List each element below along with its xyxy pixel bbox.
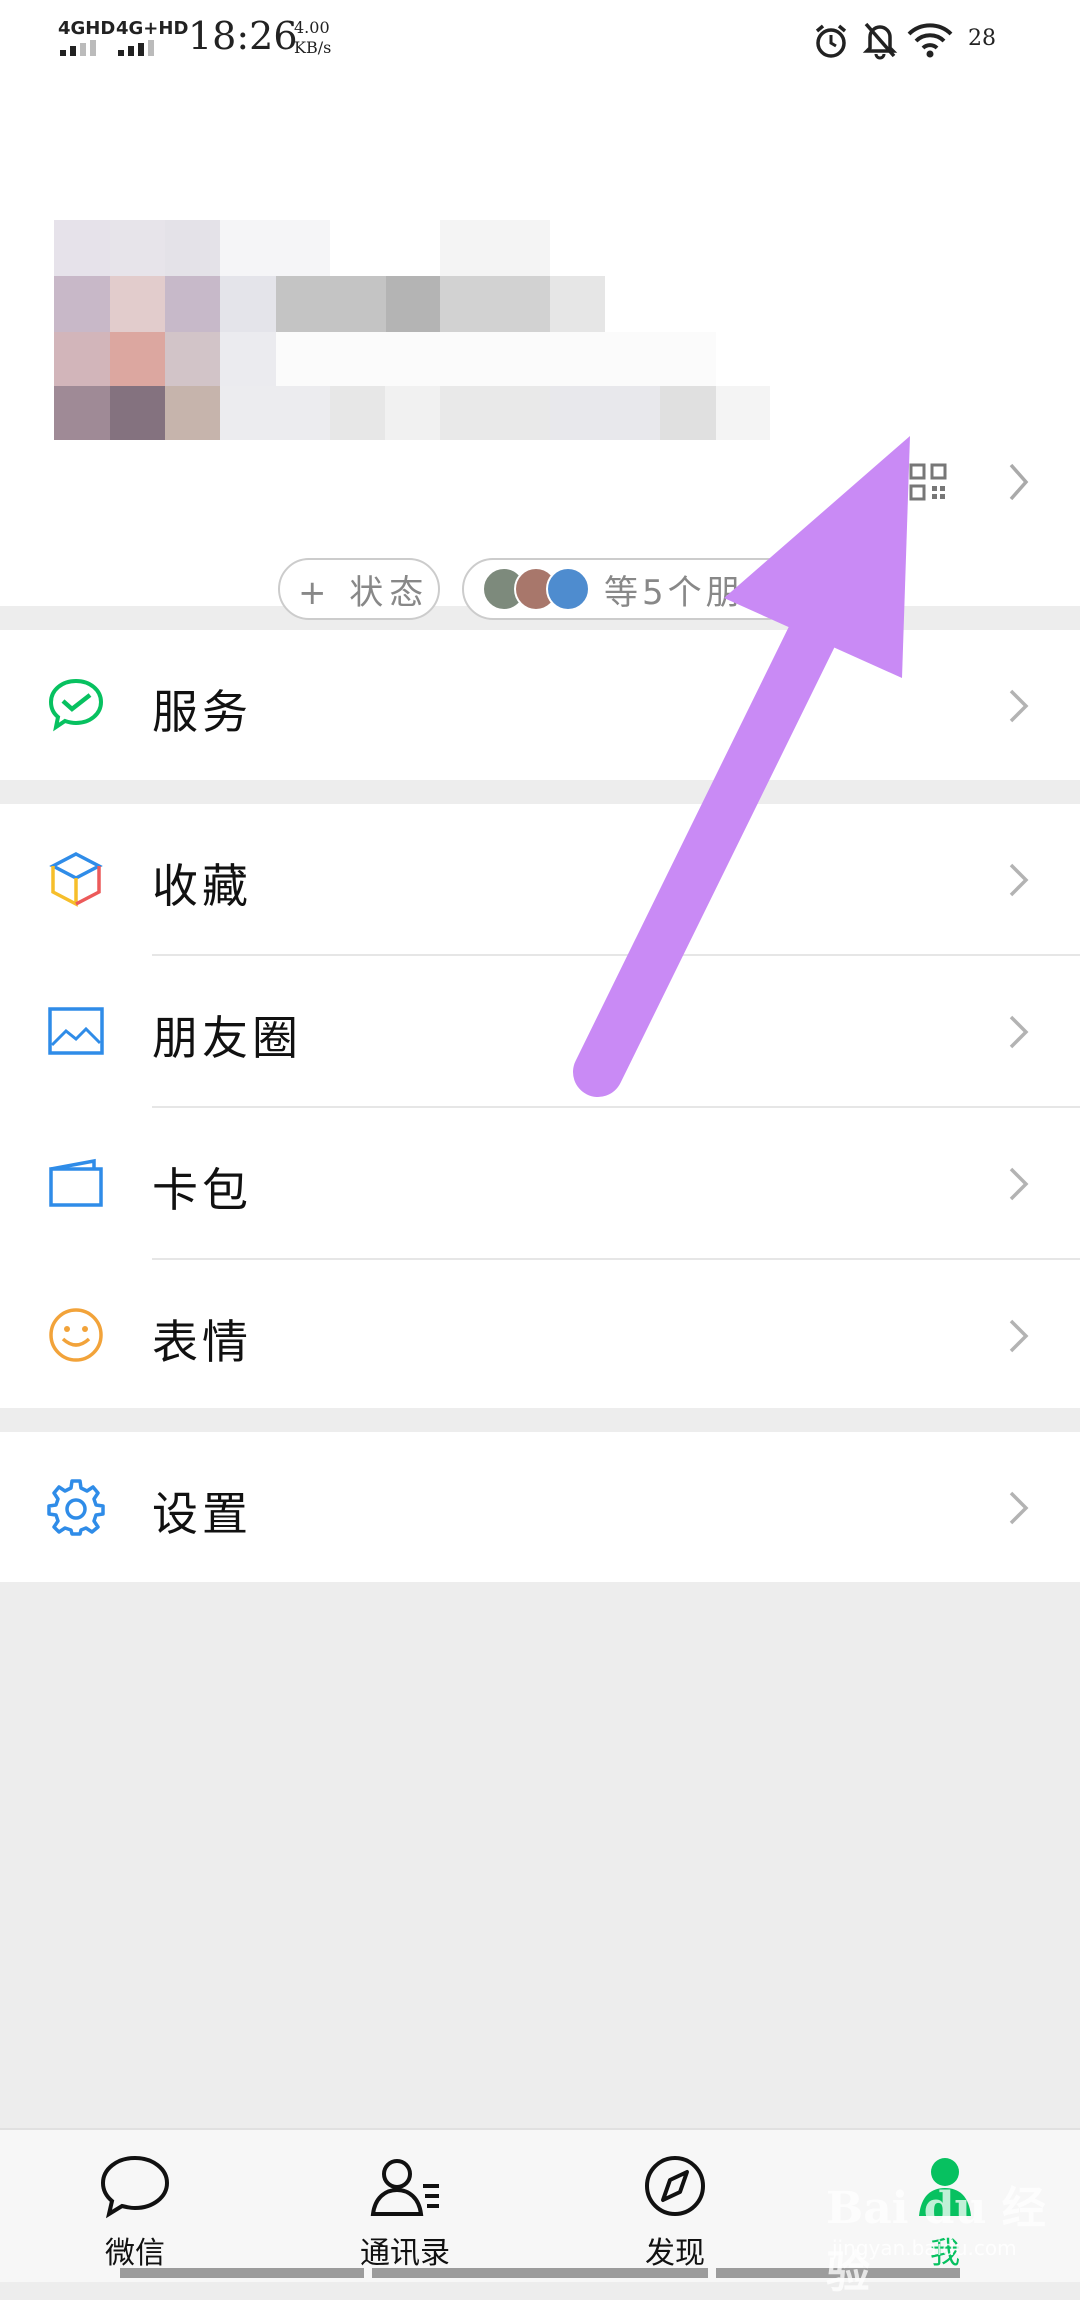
chevron-right-icon	[1009, 689, 1029, 723]
settings-label: 设置	[152, 1487, 252, 1541]
friend-avatar	[546, 567, 590, 611]
bottom-indicator	[372, 2268, 708, 2278]
chevron-right-icon	[1009, 1167, 1029, 1201]
mute-bell-icon	[862, 22, 898, 60]
menu-item-moments[interactable]: 朋友圈	[0, 956, 1080, 1106]
network-2-label: 4G+HD	[116, 18, 189, 39]
speed-unit: KB/s	[294, 38, 332, 57]
menu-item-cards[interactable]: 卡包	[0, 1108, 1080, 1258]
wifi-icon	[907, 23, 953, 58]
menu-item-favorites[interactable]: 收藏	[0, 804, 1080, 954]
gear-icon	[47, 1479, 105, 1536]
menu-item-settings[interactable]: 设置	[0, 1432, 1080, 1582]
friends-status-chip[interactable]: 等5个朋友	[462, 558, 798, 620]
battery-level: 28	[968, 26, 996, 51]
service-label: 服务	[152, 685, 252, 739]
chat-bubble-icon	[100, 2155, 170, 2219]
friends-chip-label: 等5个朋友	[604, 572, 782, 613]
signal-2-icon	[118, 40, 164, 56]
qr-code-icon[interactable]	[908, 462, 948, 502]
moments-label: 朋友圈	[152, 1011, 302, 1065]
status-time: 18:26	[188, 14, 298, 58]
nickname-redacted	[220, 220, 940, 440]
favorites-label: 收藏	[152, 859, 252, 913]
chevron-right-icon	[1009, 1319, 1029, 1353]
settings-section: 设置	[0, 1432, 1080, 1582]
status-bar: 4GHD 4G+HD 18:26 4.00 KB/s 28	[0, 0, 1080, 80]
tab-chats-label: 微信	[105, 2236, 165, 2271]
contacts-icon	[370, 2159, 439, 2216]
cards-label: 卡包	[152, 1163, 252, 1217]
service-section: 服务	[0, 630, 1080, 780]
chevron-right-icon	[1009, 1491, 1029, 1525]
bottom-indicator	[120, 2268, 364, 2278]
compass-icon	[645, 2156, 705, 2216]
profile-header[interactable]: + 状态 等5个朋友	[0, 80, 1080, 620]
moments-image-icon	[48, 1007, 104, 1055]
alarm-icon	[815, 24, 847, 58]
stickers-label: 表情	[152, 1315, 252, 1369]
menu-item-stickers[interactable]: 表情	[0, 1260, 1080, 1408]
tab-discover[interactable]: 发现	[540, 2130, 810, 2282]
chevron-right-icon	[1009, 1015, 1029, 1049]
baidu-watermark-url: jingyan.baidu.com	[832, 2236, 1017, 2260]
card-wallet-icon	[49, 1158, 103, 1207]
speed-value: 4.00	[294, 18, 330, 37]
tab-discover-label: 发现	[645, 2236, 705, 2271]
avatar[interactable]	[54, 220, 220, 440]
signal-1-icon	[60, 40, 106, 56]
stickers-smiley-icon	[49, 1308, 103, 1362]
add-status-label: + 状态	[298, 572, 430, 613]
friends-avatars	[482, 567, 590, 611]
tab-contacts-label: 通讯录	[360, 2236, 450, 2271]
favorites-cube-icon	[49, 852, 103, 907]
profile-chevron-right-icon[interactable]	[1008, 462, 1030, 502]
network-1-label: 4GHD	[58, 18, 116, 39]
features-section: 收藏 朋友圈 卡包 表情	[0, 804, 1080, 1408]
chevron-right-icon	[1009, 863, 1029, 897]
add-status-button[interactable]: + 状态	[278, 558, 440, 620]
menu-item-service[interactable]: 服务	[0, 630, 1080, 780]
network-speed: 4.00 KB/s	[294, 18, 354, 58]
tab-contacts[interactable]: 通讯录	[270, 2130, 540, 2282]
tab-chats[interactable]: 微信	[0, 2130, 270, 2282]
service-icon	[48, 678, 104, 732]
